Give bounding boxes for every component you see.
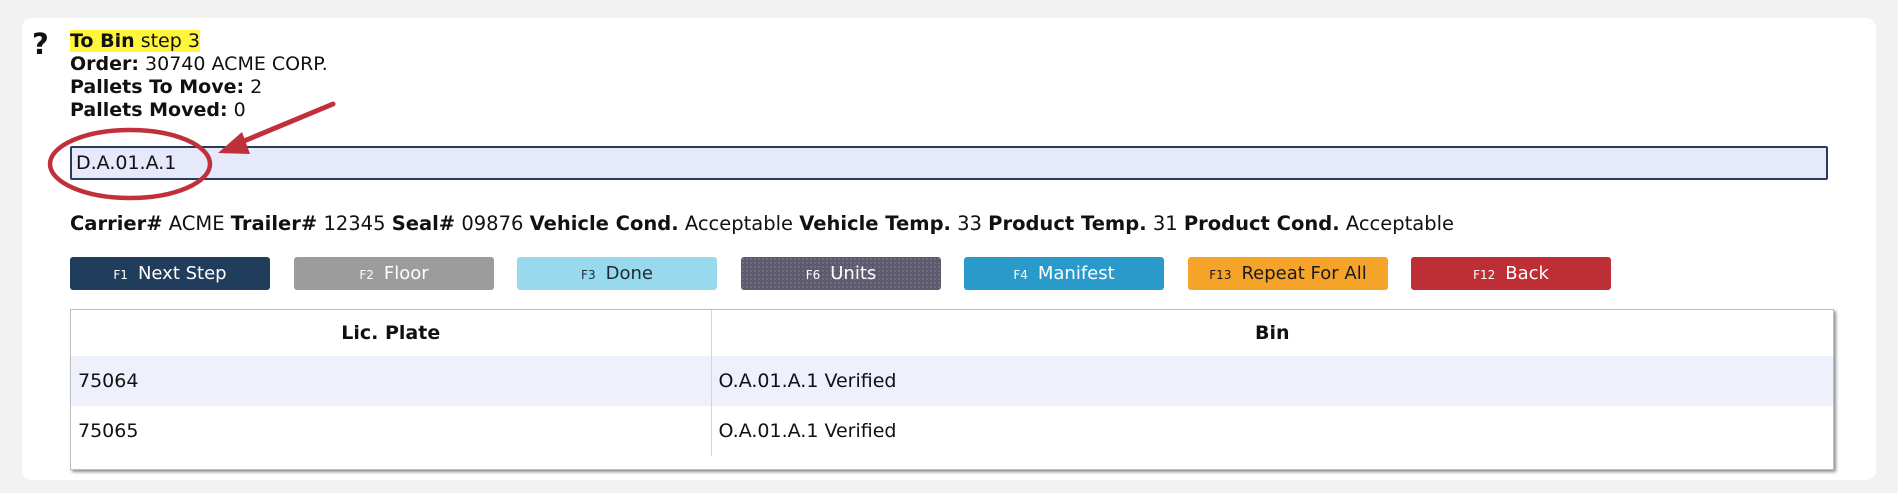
units-label: Units — [830, 263, 877, 284]
vehicle-cond-label: Vehicle Cond. — [529, 212, 679, 235]
units-button[interactable]: F6 Units — [741, 257, 941, 290]
vehicle-cond-value: Acceptable — [684, 212, 794, 235]
trailer-value: 12345 — [323, 212, 386, 235]
column-header-lic-plate[interactable]: Lic. Plate — [71, 310, 712, 356]
pallets-moved-label: Pallets Moved: — [70, 99, 228, 121]
back-label: Back — [1505, 263, 1549, 284]
bin-cell: O.A.01.A.1 Verified — [711, 356, 1833, 406]
screen-title-line: To Bin step 3 — [70, 30, 328, 53]
pallets-to-move-label: Pallets To Move: — [70, 76, 245, 98]
repeat-for-all-label: Repeat For All — [1241, 263, 1367, 284]
order-info: To Bin step 3 Order: 30740 ACME CORP. Pa… — [70, 30, 328, 122]
back-button[interactable]: F12 Back — [1411, 257, 1611, 290]
manifest-label: Manifest — [1037, 263, 1115, 284]
pallets-moved-line: Pallets Moved: 0 — [70, 99, 328, 122]
order-label: Order: — [70, 53, 139, 75]
floor-button[interactable]: F2 Floor — [294, 257, 494, 290]
done-label: Done — [605, 263, 653, 284]
pallets-moved-value: 0 — [233, 99, 246, 121]
floor-key: F2 — [359, 268, 374, 282]
screen-title: To Bin — [70, 30, 135, 52]
product-cond-label: Product Cond. — [1183, 212, 1340, 235]
screen-title-highlight: To Bin step 3 — [70, 30, 200, 52]
pallets-to-move-line: Pallets To Move: 2 — [70, 76, 328, 99]
table-header-row: Lic. Plate Bin — [71, 310, 1833, 356]
lic-plate-cell: 75065 — [71, 406, 712, 456]
pallets-to-move-value: 2 — [250, 76, 263, 98]
bin-cell: O.A.01.A.1 Verified — [711, 406, 1833, 456]
vehicle-temp-label: Vehicle Temp. — [799, 212, 951, 235]
carrier-value: ACME — [168, 212, 225, 235]
done-key: F3 — [581, 268, 596, 282]
order-line: Order: 30740 ACME CORP. — [70, 53, 328, 76]
shipment-details: Carrier# ACME Trailer# 12345 Seal# 09876… — [70, 212, 1454, 235]
column-header-bin[interactable]: Bin — [711, 310, 1833, 356]
seal-label: Seal# — [391, 212, 456, 235]
pallet-table: Lic. Plate Bin 75064 O.A.01.A.1 Verified… — [70, 309, 1834, 470]
next-step-label: Next Step — [137, 263, 227, 284]
product-cond-value: Acceptable — [1345, 212, 1455, 235]
seal-value: 09876 — [461, 212, 524, 235]
order-value: 30740 ACME CORP. — [145, 53, 328, 75]
table-row[interactable]: 75065 O.A.01.A.1 Verified — [71, 406, 1833, 456]
repeat-for-all-key: F13 — [1209, 268, 1232, 282]
next-step-button[interactable]: F1 Next Step — [70, 257, 270, 290]
pallet-table-grid: Lic. Plate Bin 75064 O.A.01.A.1 Verified… — [71, 310, 1833, 456]
bin-scan-input[interactable] — [70, 146, 1828, 180]
product-temp-value: 31 — [1152, 212, 1178, 235]
screen-step: step 3 — [140, 30, 200, 52]
floor-label: Floor — [383, 263, 429, 284]
done-button[interactable]: F3 Done — [517, 257, 717, 290]
units-key: F6 — [805, 268, 821, 282]
to-bin-panel: ? To Bin step 3 Order: 30740 ACME CORP. … — [22, 18, 1876, 480]
trailer-label: Trailer# — [230, 212, 318, 235]
manifest-button[interactable]: F4 Manifest — [964, 257, 1164, 290]
carrier-label: Carrier# — [70, 212, 163, 235]
lic-plate-cell: 75064 — [71, 356, 712, 406]
help-icon[interactable]: ? — [32, 30, 49, 59]
product-temp-label: Product Temp. — [988, 212, 1147, 235]
repeat-for-all-button[interactable]: F13 Repeat For All — [1188, 257, 1388, 290]
manifest-key: F4 — [1013, 268, 1028, 282]
vehicle-temp-value: 33 — [957, 212, 982, 235]
table-row[interactable]: 75064 O.A.01.A.1 Verified — [71, 356, 1833, 406]
next-step-key: F1 — [113, 268, 128, 282]
back-key: F12 — [1473, 268, 1496, 282]
